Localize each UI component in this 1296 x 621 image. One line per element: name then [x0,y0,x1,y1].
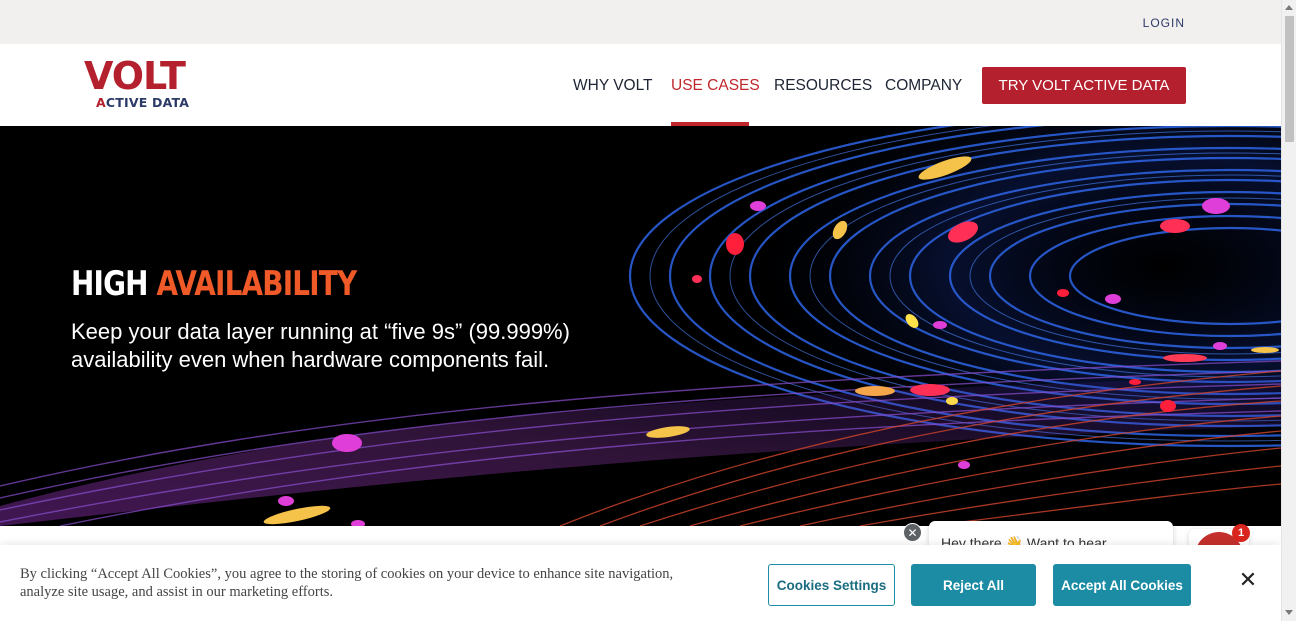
volt-logo[interactable]: VOLT ACTIVE DATA [84,54,214,113]
chat-close-icon[interactable]: ✕ [903,523,922,542]
top-utility-bar: LOGIN [0,0,1281,44]
scroll-up-icon[interactable] [1285,5,1293,10]
chat-notification-badge: 1 [1232,524,1250,542]
reject-all-button[interactable]: Reject All [911,564,1036,606]
scroll-down-icon[interactable] [1285,610,1293,615]
hero-banner: HIGH AVAILABILITY Keep your data layer r… [0,126,1281,526]
scrollbar-thumb[interactable] [1285,16,1294,142]
logo-tagline: ACTIVE DATA [96,95,190,110]
page: LOGIN VOLT ACTIVE DATA WHY VOLT USE CASE… [0,0,1296,621]
try-volt-button[interactable]: TRY VOLT ACTIVE DATA [982,67,1186,104]
login-link[interactable]: LOGIN [1143,16,1185,30]
cookie-consent-text: By clicking “Accept All Cookies”, you ag… [20,566,674,600]
page-scrollbar[interactable] [1281,0,1296,621]
logo-wordmark: VOLT [84,54,186,98]
cookie-consent-banner: By clicking “Accept All Cookies”, you ag… [0,545,1281,621]
close-icon[interactable]: ✕ [1236,569,1260,593]
nav-company[interactable]: COMPANY [885,77,962,95]
nav-resources[interactable]: RESOURCES [774,77,872,95]
hero-title: HIGH AVAILABILITY [71,264,357,304]
site-header: VOLT ACTIVE DATA WHY VOLT USE CASES RESO… [0,44,1281,126]
nav-use-cases[interactable]: USE CASES [671,77,760,95]
nav-why-volt[interactable]: WHY VOLT [573,77,653,95]
accept-all-cookies-button[interactable]: Accept All Cookies [1053,564,1191,606]
hero-description: Keep your data layer running at “five 9s… [71,319,570,372]
cookies-settings-button[interactable]: Cookies Settings [768,564,895,606]
